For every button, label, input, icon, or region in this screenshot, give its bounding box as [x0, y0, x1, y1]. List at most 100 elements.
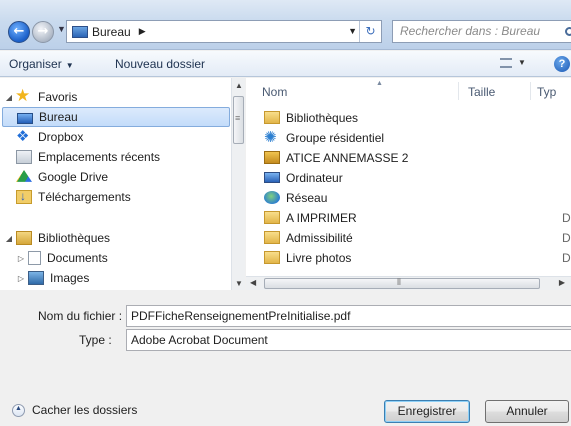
navigation-pane: ◢ Favoris Bureau Dropbox Emplacements ré… [0, 78, 245, 290]
file-row-reseau[interactable]: Réseau [264, 188, 571, 207]
column-header-type[interactable]: Typ [537, 85, 556, 99]
computer-icon [264, 172, 280, 183]
downloads-icon [16, 189, 32, 204]
search-icon[interactable] [565, 27, 571, 36]
sidebar-item-label: Images [50, 271, 90, 285]
file-row-a-imprimer[interactable]: A IMPRIMER Dos [264, 208, 571, 227]
file-name: Réseau [286, 190, 328, 205]
star-icon [15, 86, 32, 106]
sidebar-item-bureau[interactable]: Bureau [2, 107, 230, 127]
hide-folders-label: Cacher les dossiers [32, 403, 138, 417]
back-button[interactable]: ← [8, 21, 30, 43]
hide-folders-toggle[interactable]: Cacher les dossiers [12, 403, 137, 417]
sidebar-item-dropbox[interactable]: Dropbox [16, 127, 226, 147]
scroll-left-icon[interactable]: ◀ [250, 278, 256, 287]
file-list: ▲ Nom Taille Typ Bibliothèques Groupe ré… [246, 78, 571, 290]
file-row-ordinateur[interactable]: Ordinateur [264, 168, 571, 187]
arrow-left-icon: ← [13, 24, 25, 39]
scroll-thumb[interactable] [264, 277, 540, 289]
collapse-arrow-icon[interactable]: ◢ [4, 93, 14, 102]
column-divider[interactable] [458, 82, 459, 100]
chevron-up-icon [12, 403, 25, 417]
file-name: Bibliothèques [286, 110, 359, 125]
address-field[interactable]: Bureau ▶ ▼ ↻ [66, 20, 382, 43]
filename-label: Nom du fichier : [38, 309, 123, 323]
sidebar-item-label: Bureau [39, 110, 78, 124]
new-folder-button[interactable]: Nouveau dossier [115, 57, 205, 71]
save-button[interactable]: Enregistrer [384, 400, 470, 423]
file-type: Dos [562, 230, 571, 245]
documents-icon [28, 251, 41, 265]
sidebar-item-emplacements-recents[interactable]: Emplacements récents [16, 147, 226, 167]
address-dropdown-icon[interactable]: ▼ [348, 26, 357, 36]
file-row-admissibilite[interactable]: Admissibilité Dos [264, 228, 571, 247]
scroll-down-icon[interactable]: ▼ [235, 279, 243, 288]
sidebar-item-label: Dropbox [38, 130, 84, 144]
file-name: Ordinateur [286, 170, 343, 185]
sidebar-item-label: Google Drive [38, 170, 109, 184]
forward-button[interactable]: → [32, 21, 54, 43]
breadcrumb-chevron-icon[interactable]: ▶ [139, 26, 146, 37]
recent-pages-dropdown-icon[interactable]: ▼ [57, 24, 66, 34]
column-header-name[interactable]: Nom [262, 85, 287, 99]
libraries-icon [264, 111, 280, 124]
file-name: A IMPRIMER [286, 210, 357, 225]
folder-icon [264, 211, 280, 224]
sidebar-item-bibliotheques[interactable]: ◢ Bibliothèques [4, 228, 224, 248]
file-type: Dos [562, 210, 571, 225]
folder-icon [264, 251, 280, 264]
refresh-icon[interactable]: ↻ [359, 21, 381, 42]
scroll-up-icon[interactable]: ▲ [235, 81, 243, 90]
navigation-pane-scrollbar[interactable]: ▲ ▼ [231, 78, 245, 290]
sidebar-item-google-drive[interactable]: Google Drive [16, 167, 226, 187]
sidebar-item-label: Bibliothèques [38, 231, 111, 245]
google-drive-icon [16, 170, 32, 182]
desktop-icon [17, 112, 33, 124]
collapse-arrow-icon[interactable]: ◢ [4, 234, 14, 243]
command-bar: Organiser ▼ Nouveau dossier ▼ ? [0, 51, 571, 77]
file-name: Admissibilité [286, 230, 353, 245]
sidebar-item-documents[interactable]: ▷ Documents [16, 248, 226, 268]
sidebar-item-images[interactable]: ▷ Images [16, 268, 226, 288]
expand-arrow-icon[interactable]: ▷ [16, 254, 26, 263]
folder-icon [264, 231, 280, 244]
libraries-icon [16, 231, 32, 245]
sidebar-item-label: Favoris [38, 90, 78, 104]
sidebar-item-label: Documents [47, 251, 108, 265]
desktop-icon [72, 25, 88, 38]
homegroup-icon [264, 128, 280, 146]
recent-places-icon [16, 150, 32, 164]
address-location[interactable]: Bureau [92, 25, 131, 39]
sidebar-item-telechargements[interactable]: Téléchargements [16, 187, 226, 207]
file-row-bibliotheques[interactable]: Bibliothèques [264, 108, 571, 127]
sort-ascending-icon: ▲ [376, 80, 383, 87]
dropbox-icon [16, 127, 32, 145]
column-divider[interactable] [530, 82, 531, 100]
search-input[interactable]: Rechercher dans : Bureau [392, 20, 571, 43]
help-icon[interactable]: ? [554, 56, 570, 72]
file-row-groupe-residentiel[interactable]: Groupe résidentiel [264, 128, 571, 147]
filename-field[interactable]: PDFFicheRenseignementPreInitialise.pdf [126, 305, 571, 327]
sidebar-item-favoris[interactable]: ◢ Favoris [4, 86, 224, 107]
view-options-dropdown-icon[interactable]: ▼ [518, 58, 526, 67]
organize-label: Organiser [9, 57, 62, 71]
chevron-down-icon: ▼ [65, 61, 74, 70]
expand-arrow-icon[interactable]: ▷ [16, 274, 26, 283]
file-row-atice-annemasse[interactable]: ATICE ANNEMASSE 2 [264, 148, 571, 167]
column-header-size[interactable]: Taille [468, 85, 495, 99]
file-type-label: Type : [79, 333, 112, 347]
address-bar-area: ← → ▼ Bureau ▶ ▼ ↻ Rechercher dans : Bur… [0, 0, 571, 50]
file-type-select[interactable]: Adobe Acrobat Document [126, 329, 571, 351]
change-view-icon[interactable] [500, 58, 512, 68]
file-row-livre-photos[interactable]: Livre photos Dos [264, 248, 571, 267]
sidebar-item-label: Téléchargements [38, 190, 131, 204]
scroll-right-icon[interactable]: ▶ [559, 278, 565, 287]
scroll-thumb[interactable] [233, 96, 244, 144]
file-list-horizontal-scrollbar[interactable]: ◀ ▶ [246, 276, 571, 290]
organize-button[interactable]: Organiser ▼ [9, 57, 74, 71]
file-name: Groupe résidentiel [286, 130, 385, 145]
sidebar-item-label: Emplacements récents [38, 150, 161, 164]
user-folder-icon [264, 151, 280, 164]
network-icon [264, 191, 280, 204]
cancel-button[interactable]: Annuler [485, 400, 569, 423]
